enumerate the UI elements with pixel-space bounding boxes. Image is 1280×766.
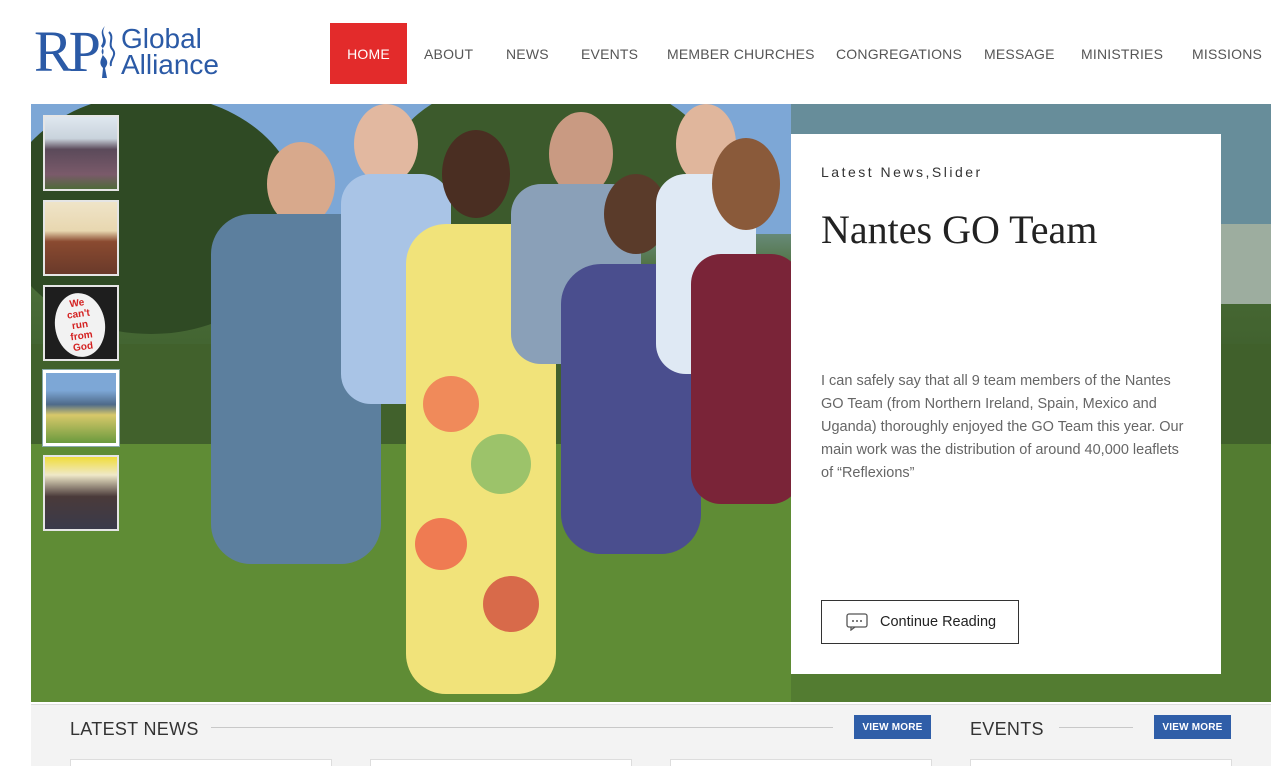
nav-message[interactable]: MESSAGE [984,23,1081,84]
thumbnail-church-congregation[interactable] [43,200,119,276]
nav-news[interactable]: NEWS [506,23,581,84]
news-card[interactable] [370,759,632,766]
nav-home[interactable]: HOME [330,23,407,84]
slide-card: Latest News,Slider Nantes GO Team I can … [791,134,1221,674]
nav-member-churches[interactable]: MEMBER CHURCHES [667,23,836,84]
news-card[interactable] [670,759,932,766]
logo-initials: RP [34,19,101,84]
logo-wordmark: Global Alliance [120,25,220,80]
events-view-more-button[interactable]: VIEW MORE [1154,715,1231,739]
slide-category[interactable]: Latest News,Slider [821,164,983,180]
site-logo[interactable]: RP Global Alliance [34,22,264,82]
latest-news-divider [211,727,833,728]
slide-excerpt: I can safely say that all 9 team members… [821,373,1184,481]
main-nav: HOME ABOUT NEWS EVENTS MEMBER CHURCHES C… [330,23,1272,84]
thumbnail-quote-poster[interactable]: We can't run from God [43,285,119,361]
nav-ministries[interactable]: MINISTRIES [1081,23,1192,84]
events-heading: EVENTS [970,719,1044,739]
logo-line-2: Alliance [120,49,220,80]
comment-icon [846,613,868,631]
continue-reading-button[interactable]: Continue Reading [821,600,1019,644]
nav-about[interactable]: ABOUT [407,23,506,84]
thumbnail-group-photo[interactable] [43,115,119,191]
slider-thumbnails: We can't run from God [42,115,121,540]
latest-news-heading: LATEST NEWS [70,719,199,739]
thumbnail-youth-group[interactable] [43,455,119,531]
nav-missions[interactable]: MISSIONS [1192,23,1272,84]
nav-events[interactable]: EVENTS [581,23,667,84]
thumbnail-nantes-go-team[interactable] [42,369,120,447]
news-card[interactable] [70,759,332,766]
site-header: RP Global Alliance HOME ABOUT NEWS EVENT… [0,0,1280,104]
quote-poster-text: We can't run from God [50,289,110,359]
continue-reading-label: Continue Reading [880,614,997,630]
latest-news-view-more-button[interactable]: VIEW MORE [854,715,931,739]
events-divider [1059,727,1133,728]
burning-bush-icon [100,26,116,78]
event-card[interactable] [970,759,1232,766]
slide-title[interactable]: Nantes GO Team [821,206,1097,253]
nav-congregations[interactable]: CONGREGATIONS [836,23,984,84]
content-sections: LATEST NEWS VIEW MORE EVENTS VIEW MORE [31,704,1271,766]
